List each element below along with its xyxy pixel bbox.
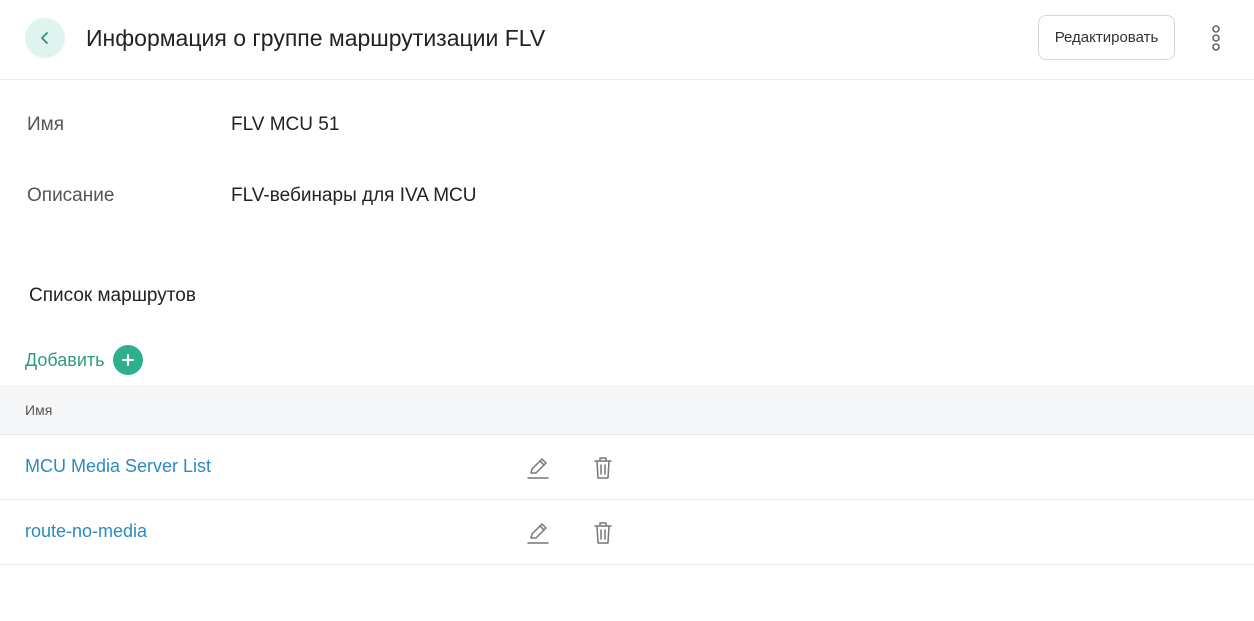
table-row: MCU Media Server List [0, 435, 1254, 500]
description-label: Описание [27, 185, 115, 206]
routes-table-header: Имя [0, 385, 1254, 435]
pencil-icon [527, 523, 549, 544]
delete-route-button[interactable] [591, 455, 615, 481]
plus-icon [112, 345, 143, 375]
page-title: Информация о группе маршрутизации FLV [86, 25, 546, 51]
route-link[interactable]: MCU Media Server List [25, 456, 211, 477]
delete-route-button[interactable] [591, 520, 615, 546]
edit-route-button[interactable] [525, 520, 551, 546]
page-header: Информация о группе маршрутизации FLV Ре… [0, 0, 1254, 80]
description-value: FLV-вебинары для IVA MCU [231, 185, 477, 206]
chevron-left-icon [41, 32, 48, 44]
routes-section-title: Список маршрутов [29, 285, 196, 306]
table-row: route-no-media [0, 500, 1254, 565]
pencil-icon [527, 458, 549, 479]
add-route-label: Добавить [25, 349, 105, 370]
trash-icon [594, 522, 612, 544]
route-link[interactable]: route-no-media [25, 521, 147, 542]
edit-route-button[interactable] [525, 455, 551, 481]
more-vertical-icon [1212, 25, 1220, 51]
trash-icon [594, 457, 612, 479]
back-button[interactable] [25, 18, 65, 58]
edit-button[interactable]: Редактировать [1038, 15, 1175, 60]
name-value: FLV MCU 51 [231, 114, 340, 135]
column-header-name: Имя [25, 402, 53, 418]
name-label: Имя [27, 114, 65, 135]
add-route-button[interactable]: Добавить [25, 345, 143, 375]
more-options-button[interactable] [1204, 22, 1228, 54]
